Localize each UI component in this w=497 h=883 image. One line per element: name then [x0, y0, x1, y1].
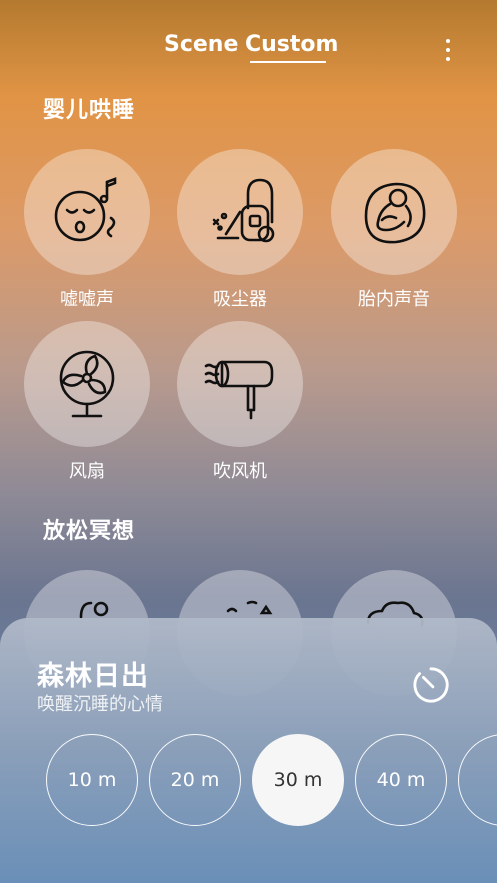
- tile-label: 胎内声音: [358, 289, 430, 310]
- tile-hair-dryer[interactable]: 吹风机: [177, 321, 303, 483]
- tile-label: 吸尘器: [213, 289, 267, 310]
- tile-label: 风扇: [69, 461, 105, 482]
- tile-circle[interactable]: [177, 149, 303, 275]
- duration-option-partial[interactable]: [458, 734, 497, 826]
- tile-vacuum[interactable]: 吸尘器: [177, 149, 303, 311]
- fetus-icon: [364, 182, 426, 244]
- tab-custom[interactable]: Custom: [245, 32, 338, 57]
- vacuum-cleaner-icon: [212, 178, 275, 243]
- timer-icon[interactable]: [412, 666, 450, 704]
- player-title: 森林日出: [37, 661, 149, 692]
- player-subtitle: 唤醒沉睡的心情: [37, 694, 163, 715]
- fan-icon: [59, 350, 115, 418]
- tile-womb-sounds[interactable]: 胎内声音: [331, 149, 457, 311]
- tab-underline: [250, 61, 326, 63]
- duration-option-selected[interactable]: 30 m: [252, 734, 344, 826]
- tile-label: 吹风机: [213, 461, 267, 482]
- section-title-baby-sleep: 婴儿哄睡: [43, 98, 136, 123]
- player-panel: 森林日出 唤醒沉睡的心情 10 m 20 m 30 m 40 m: [0, 618, 497, 883]
- duration-option[interactable]: 20 m: [149, 734, 241, 826]
- tile-circle[interactable]: [331, 149, 457, 275]
- tile-fan[interactable]: 风扇: [24, 321, 150, 483]
- section-title-relax-meditate: 放松冥想: [43, 519, 136, 544]
- more-vertical-icon[interactable]: [438, 36, 458, 64]
- duration-option[interactable]: 10 m: [46, 734, 138, 826]
- tile-shushing[interactable]: 嘘嘘声: [24, 149, 150, 311]
- tile-circle[interactable]: [24, 321, 150, 447]
- sleeping-face-music-icon: [54, 177, 117, 242]
- tile-circle[interactable]: [177, 321, 303, 447]
- tile-circle[interactable]: [24, 149, 150, 275]
- hair-dryer-icon: [204, 360, 274, 420]
- tab-scene[interactable]: Scene: [164, 32, 238, 57]
- tile-label: 嘘嘘声: [60, 289, 114, 310]
- top-bar: Scene Custom: [0, 0, 497, 90]
- duration-selector: 10 m 20 m 30 m 40 m: [0, 734, 497, 834]
- duration-option[interactable]: 40 m: [355, 734, 447, 826]
